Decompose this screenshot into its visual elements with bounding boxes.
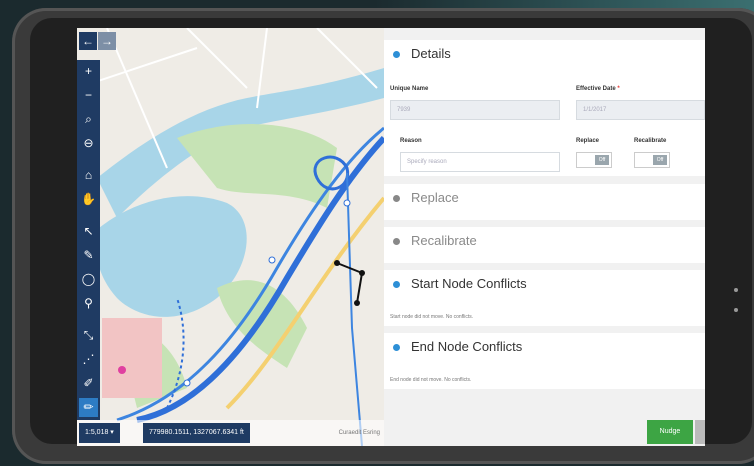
replace-toggle-state: Off [595, 155, 609, 165]
recalibrate-header[interactable]: Recalibrate [384, 227, 705, 257]
app-screen: ← → + − ⌕ ⊖ ⌂ ✋ ↖ ✎ ◯ ⚲ ⤡ ⋰ ✐ ✏ 1:5,018 … [77, 28, 705, 446]
scale-selector[interactable]: 1:5,018 ▾ [79, 423, 120, 443]
edit-panel: Details Unique Name 7939 Effective Date … [384, 28, 705, 446]
edit-icon[interactable]: ✐ [79, 374, 98, 393]
start-node-title: Start Node Conflicts [411, 276, 527, 291]
replace-section[interactable]: Replace [384, 184, 705, 220]
section-bullet-icon [393, 344, 400, 351]
scale-value: 1:5,018 [85, 429, 109, 436]
recalibrate-toggle-state: Off [653, 155, 667, 165]
details-section: Details Unique Name 7939 Effective Date … [384, 40, 705, 176]
map-attribution: Curaedit Esring [338, 430, 380, 436]
start-node-header[interactable]: Start Node Conflicts [384, 270, 705, 300]
zoom-out-icon[interactable]: − [79, 86, 98, 105]
map-view[interactable]: ← → + − ⌕ ⊖ ⌂ ✋ ↖ ✎ ◯ ⚲ ⤡ ⋰ ✐ ✏ 1:5,018 … [77, 28, 384, 446]
section-bullet-icon [393, 51, 400, 58]
home-icon[interactable]: ⌂ [79, 166, 98, 185]
recalibrate-section[interactable]: Recalibrate [384, 227, 705, 263]
hand-icon[interactable]: ✋ [79, 190, 98, 209]
unique-name-field[interactable]: 7939 [390, 100, 560, 120]
end-node-header[interactable]: End Node Conflicts [384, 333, 705, 363]
forward-arrow-icon[interactable]: → [98, 32, 116, 50]
zoom-region-icon[interactable]: ⌕ [79, 110, 98, 129]
unique-name-label: Unique Name [390, 86, 429, 92]
section-bullet-icon [393, 281, 400, 288]
map-statusbar: 1:5,018 ▾ 779980.1511, 1327067.6341 ft C… [77, 420, 384, 446]
back-arrow-icon[interactable]: ← [79, 32, 97, 50]
nudge-button[interactable]: Nudge [647, 420, 693, 444]
end-node-note: End node did not move. No conflicts. [390, 377, 472, 383]
recalibrate-toggle[interactable]: Off [634, 152, 670, 168]
map-canvas [77, 28, 384, 446]
active-pencil-icon[interactable]: ✏ [79, 398, 98, 417]
reason-label: Reason [400, 138, 422, 144]
measure-icon[interactable]: ✎ [79, 246, 98, 265]
zoom-out-region-icon[interactable]: ⊖ [79, 134, 98, 153]
replace-label: Replace [576, 138, 600, 144]
end-node-section: End Node Conflicts End node did not move… [384, 333, 705, 389]
lasso-icon[interactable]: ◯ [79, 270, 98, 289]
details-title: Details [411, 46, 451, 61]
recalibrate-title: Recalibrate [411, 233, 477, 248]
section-bullet-icon [393, 195, 400, 202]
zoom-in-icon[interactable]: + [79, 62, 98, 81]
section-bullet-icon [393, 238, 400, 245]
effective-date-label: Effective Date * [576, 86, 620, 92]
start-node-note: Start node did not move. No conflicts. [390, 314, 474, 320]
node-icon[interactable]: ⋰ [79, 350, 98, 369]
pointer-icon[interactable]: ↖ [79, 222, 98, 241]
details-header[interactable]: Details [384, 40, 705, 70]
replace-title: Replace [411, 190, 459, 205]
secondary-button[interactable] [695, 420, 705, 444]
end-node-title: End Node Conflicts [411, 339, 523, 354]
required-marker: * [617, 86, 620, 92]
nav-arrows: ← → [77, 32, 117, 52]
replace-toggle[interactable]: Off [576, 152, 612, 168]
tablet-side-dots [734, 288, 740, 328]
draw-line-icon[interactable]: ⤡ [79, 326, 98, 345]
reason-field[interactable]: Specify reason [400, 152, 560, 172]
start-node-section: Start Node Conflicts Start node did not … [384, 270, 705, 326]
coordinates-readout: 779980.1511, 1327067.6341 ft [143, 423, 250, 443]
map-toolbar: + − ⌕ ⊖ ⌂ ✋ ↖ ✎ ◯ ⚲ ⤡ ⋰ ✐ ✏ [77, 60, 100, 420]
replace-header[interactable]: Replace [384, 184, 705, 214]
recalibrate-label: Recalibrate [634, 138, 667, 144]
effective-date-label-text: Effective Date [576, 86, 616, 92]
effective-date-field[interactable]: 1/1/2017 [576, 100, 705, 120]
search-icon[interactable]: ⚲ [79, 294, 98, 313]
